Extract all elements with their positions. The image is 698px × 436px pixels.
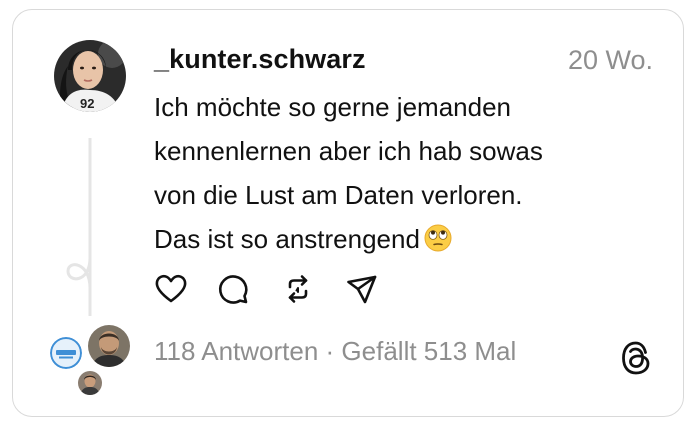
repost-icon[interactable] [281, 272, 315, 306]
share-paper-plane-icon[interactable] [345, 272, 379, 306]
stats-separator: · [318, 336, 342, 366]
replies-count-link[interactable]: 118 Antworten [154, 336, 318, 366]
thread-line [66, 138, 92, 316]
heart-icon[interactable] [154, 272, 188, 306]
username[interactable]: _kunter.schwarz [154, 44, 366, 75]
post-stats: 118 Antworten · Gefällt 513 Mal [154, 336, 516, 367]
post-text-line: von die Lust am Daten verloren. [154, 180, 523, 210]
avatar-image: 92 [54, 40, 126, 112]
post-text-line-last: Das ist so anstrengend [154, 217, 654, 265]
reply-avatars[interactable] [50, 325, 130, 395]
reply-bubble-icon[interactable] [216, 272, 250, 306]
rolling-eyes-emoji-icon [424, 221, 452, 265]
replier-avatar [88, 325, 130, 367]
avatar[interactable]: 92 [54, 40, 126, 112]
replier-avatar [50, 337, 82, 369]
replier-avatar [78, 371, 102, 395]
threads-logo-icon[interactable] [620, 340, 652, 376]
post-text-line: Ich möchte so gerne jemanden [154, 92, 511, 122]
likes-count-link[interactable]: Gefällt 513 Mal [341, 336, 516, 366]
post-text: Ich möchte so gerne jemanden kennenlerne… [154, 85, 654, 265]
timestamp: 20 Wo. [567, 45, 653, 75]
post-text-line: kennenlernen aber ich hab sowas [154, 136, 543, 166]
post-text-line-content: Das ist so anstrengend [154, 224, 420, 254]
svg-text:92: 92 [80, 96, 94, 111]
